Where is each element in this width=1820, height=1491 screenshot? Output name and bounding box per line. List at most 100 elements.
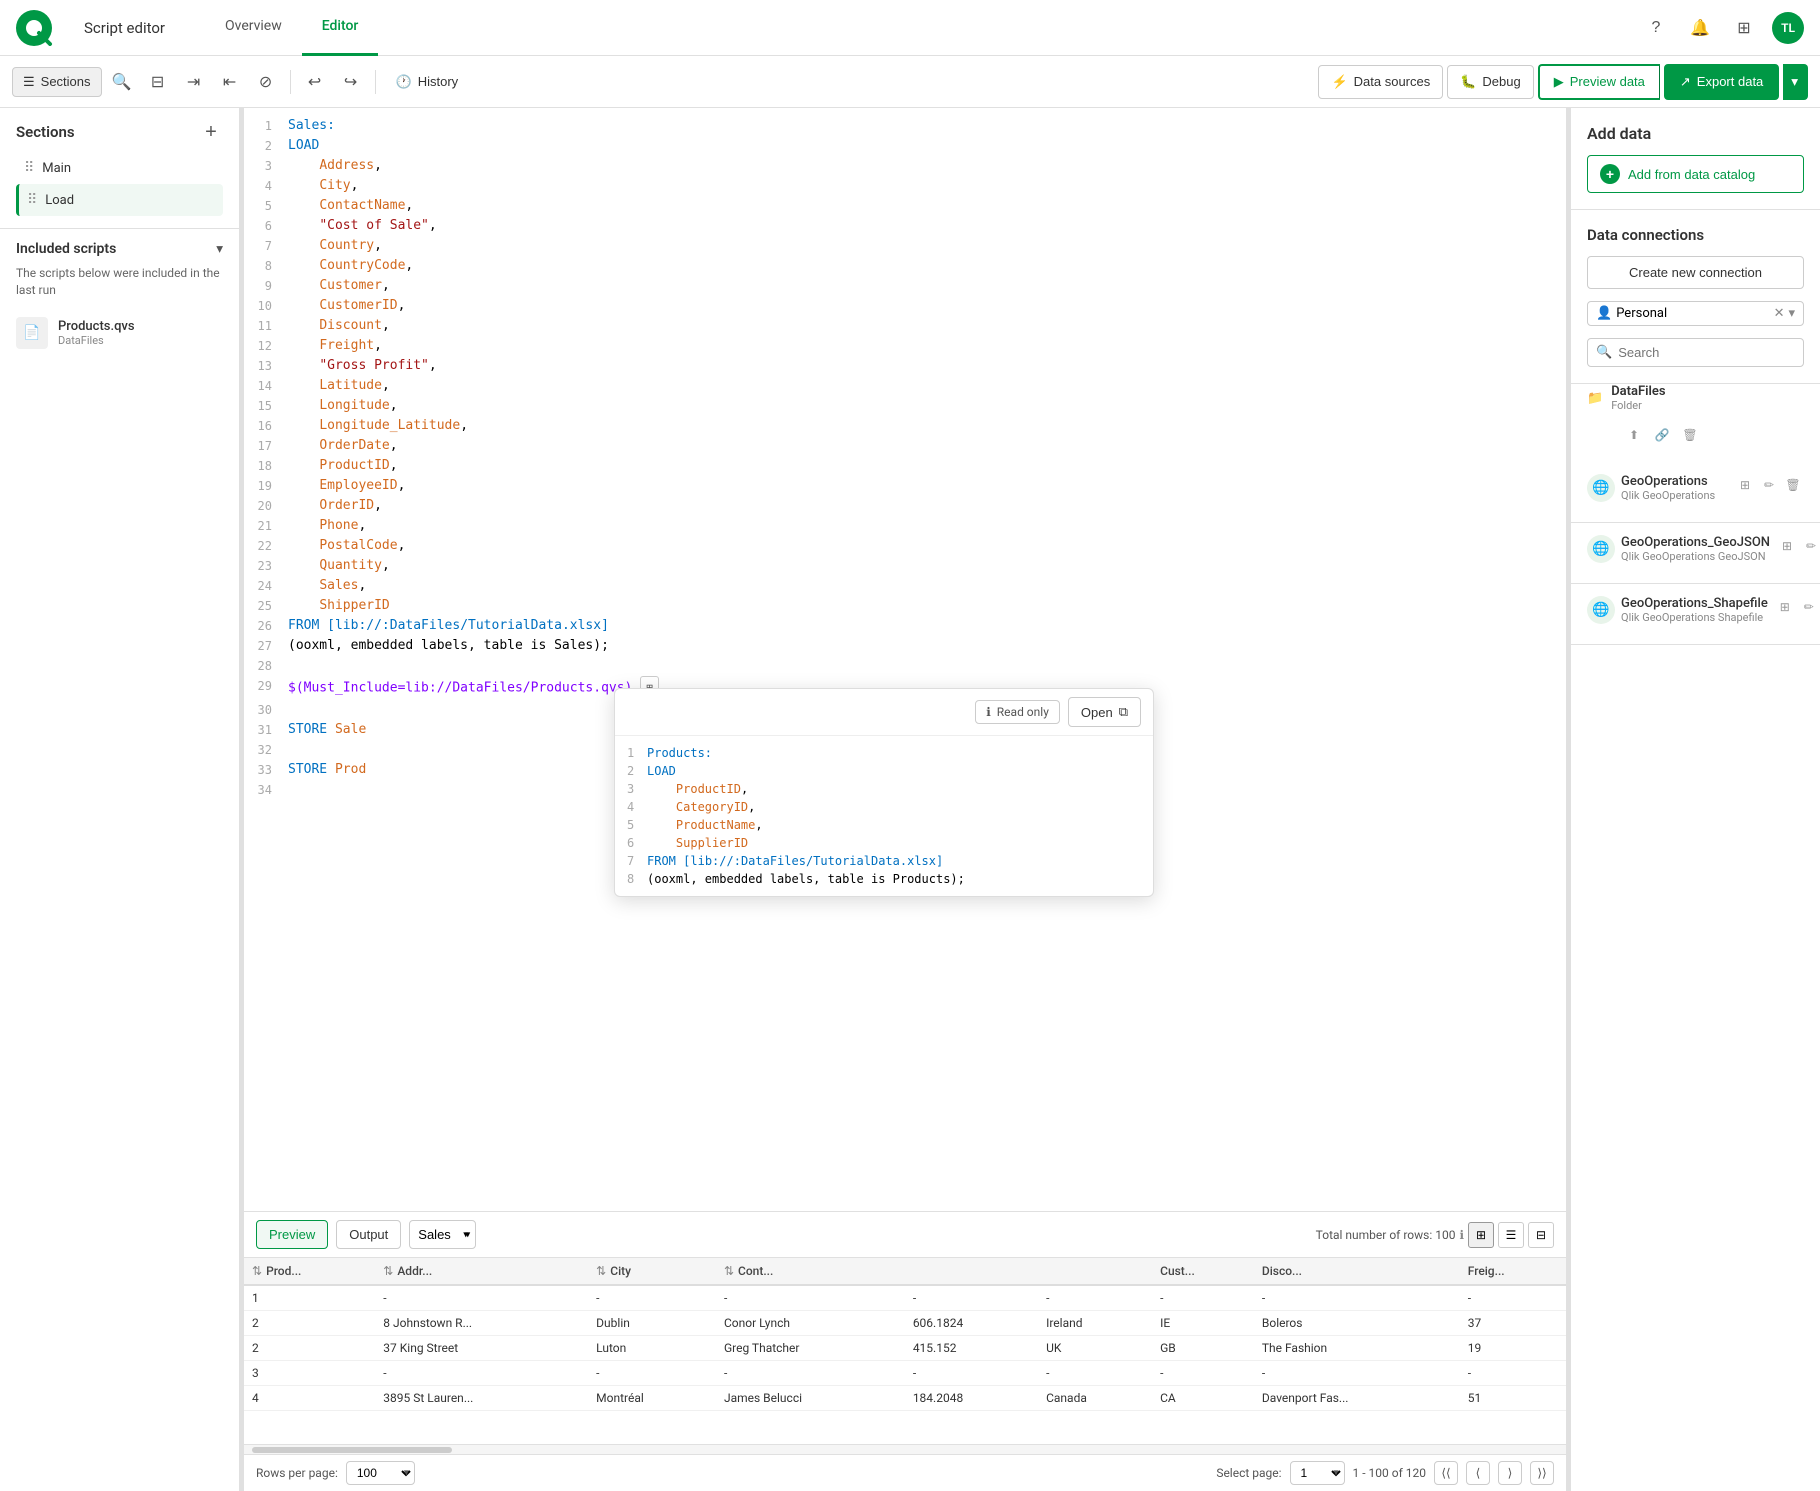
avatar[interactable]: TL <box>1772 12 1804 44</box>
code-line-17: 17 OrderDate, <box>244 436 1566 456</box>
indent-btn[interactable]: ⇥ <box>178 66 210 98</box>
history-icon: 🕐 <box>396 74 412 90</box>
code-line-18: 18 ProductID, <box>244 456 1566 476</box>
geooperations-delete-btn[interactable]: 🗑 <box>1782 474 1804 496</box>
app-title: Script editor <box>84 19 165 37</box>
create-connection-btn[interactable]: Create new connection <box>1587 256 1804 289</box>
preview-data-btn[interactable]: ▶ Preview data <box>1538 64 1660 100</box>
help-btn[interactable]: ⊘ <box>250 66 282 98</box>
connections-section: Data connections Create new connection 👤… <box>1571 210 1820 384</box>
redo-btn[interactable]: ↪ <box>335 66 367 98</box>
datafiles-connect-btn[interactable]: 🔗 <box>1651 424 1673 446</box>
personal-filter: 👤 Personal ✕ ▾ <box>1587 301 1804 326</box>
geojson-actions: ⊞ ✏ 🗑 <box>1776 535 1820 557</box>
section-item-main[interactable]: ⠿ Main <box>16 152 223 184</box>
code-line-26: 26FROM [lib://:DataFiles/TutorialData.xl… <box>244 616 1566 636</box>
undo-btn[interactable]: ↩ <box>299 66 331 98</box>
horizontal-scrollbar[interactable] <box>244 1444 1566 1454</box>
qlik-logo[interactable] <box>16 10 68 46</box>
outdent-icon: ⇤ <box>223 72 236 92</box>
bottom-toolbar: Preview Output Sales ▾ Total number of r… <box>244 1212 1566 1258</box>
geooperations-copy-btn[interactable]: ⊞ <box>1734 474 1756 496</box>
notifications-icon-btn[interactable]: 🔔 <box>1684 12 1716 44</box>
code-editor[interactable]: 1Sales: 2LOAD 3 Address, 4 City, 5 Conta… <box>244 108 1566 1211</box>
export-icon: ↗ <box>1680 74 1691 90</box>
toggle-line-numbers-btn[interactable]: ⊟ <box>142 66 174 98</box>
code-line-4: 4 City, <box>244 176 1566 196</box>
toolbar-right: ⚡ Data sources 🐛 Debug ▶ Preview data ↗ … <box>1318 64 1808 100</box>
code-line-1: 1Sales: <box>244 116 1566 136</box>
geooperations-shapefile-item: 🌐 GeoOperations_Shapefile Qlik GeoOperat… <box>1587 592 1804 628</box>
history-btn[interactable]: 🕐 History <box>384 68 471 96</box>
tab-editor[interactable]: Editor <box>302 0 379 56</box>
geooperations-item: 🌐 GeoOperations Qlik GeoOperations ⊞ ✏ 🗑 <box>1587 470 1804 506</box>
shapefile-copy-btn[interactable]: ⊞ <box>1774 596 1796 618</box>
code-line-13: 13 "Gross Profit", <box>244 356 1566 376</box>
debug-btn[interactable]: 🐛 Debug <box>1447 65 1534 99</box>
export-data-btn[interactable]: ↗ Export data <box>1664 64 1779 100</box>
geooperations-geojson-item: 🌐 GeoOperations_GeoJSON Qlik GeoOperatio… <box>1587 531 1804 567</box>
section-item-load[interactable]: ⠿ Load 🗑 <box>16 184 223 216</box>
included-scripts-panel: Included scripts ▾ The scripts below wer… <box>0 228 239 367</box>
geojson-copy-btn[interactable]: ⊞ <box>1776 535 1798 557</box>
col-header-freig: Freig... <box>1460 1258 1566 1285</box>
sales-select[interactable]: Sales <box>409 1220 476 1249</box>
script-name: Products.qvs <box>58 319 223 334</box>
help-icon-btn[interactable]: ? <box>1640 12 1672 44</box>
shapefile-globe-icon: 🌐 <box>1587 596 1615 624</box>
data-table-container: ⇅Prod... ⇅Addr... ⇅City ⇅Cont... Cust...… <box>244 1258 1566 1444</box>
code-line-20: 20 OrderID, <box>244 496 1566 516</box>
code-line-22: 22 PostalCode, <box>244 536 1566 556</box>
prev-page-btn[interactable]: ⟨ <box>1466 1461 1490 1485</box>
next-page-btn[interactable]: ⟩ <box>1498 1461 1522 1485</box>
first-page-btn[interactable]: ⟨⟨ <box>1434 1461 1458 1485</box>
top-navigation: Script editor Overview Editor ? 🔔 ⊞ TL <box>0 0 1820 56</box>
preview-data-group: ▶ Preview data <box>1538 64 1660 100</box>
folder-icon: 📁 <box>1587 391 1603 406</box>
select-page-select[interactable]: 1 <box>1290 1461 1345 1485</box>
bottom-panel: Preview Output Sales ▾ Total number of r… <box>244 1211 1566 1491</box>
datafiles-upload-btn[interactable]: ⬆ <box>1623 424 1645 446</box>
code-line-23: 23 Quantity, <box>244 556 1566 576</box>
connections-search[interactable]: 🔍 <box>1587 338 1804 367</box>
indent-icon: ⇥ <box>187 72 200 92</box>
shapefile-edit-btn[interactable]: ✏ <box>1798 596 1820 618</box>
table-grid-view-btn[interactable]: ⊞ <box>1468 1222 1494 1248</box>
datafiles-header: 📁 DataFiles Folder <box>1587 384 1804 412</box>
popup-toolbar: ℹ Read only Open ⧉ <box>615 689 1153 736</box>
tab-overview[interactable]: Overview <box>205 0 302 56</box>
open-btn[interactable]: Open ⧉ <box>1068 697 1141 727</box>
search-btn[interactable]: 🔍 <box>106 66 138 98</box>
datafiles-delete-btn[interactable]: 🗑 <box>1679 424 1701 446</box>
read-only-label: Read only <box>997 705 1049 719</box>
geooperations-geojson-section: 🌐 GeoOperations_GeoJSON Qlik GeoOperatio… <box>1571 523 1820 584</box>
rows-per-page-select[interactable]: 100 <box>346 1461 415 1485</box>
filter-chevron-icon[interactable]: ▾ <box>1788 306 1795 321</box>
geojson-edit-btn[interactable]: ✏ <box>1800 535 1820 557</box>
table-list-view-btn[interactable]: ☰ <box>1498 1222 1524 1248</box>
last-page-btn[interactable]: ⟩⟩ <box>1530 1461 1554 1485</box>
outdent-btn[interactable]: ⇤ <box>214 66 246 98</box>
geooperations-edit-btn[interactable]: ✏ <box>1758 474 1780 496</box>
add-from-catalog-btn[interactable]: + Add from data catalog <box>1587 155 1804 193</box>
export-dropdown-btn[interactable]: ▾ <box>1783 64 1808 100</box>
table-row: 4 3895 St Lauren... Montréal James Beluc… <box>244 1386 1566 1411</box>
data-sources-btn[interactable]: ⚡ Data sources <box>1318 65 1443 99</box>
popup-line-1: 1 Products: <box>627 744 1141 762</box>
help-circle-icon: ⊘ <box>259 72 272 92</box>
preview-tab-btn[interactable]: Preview <box>256 1220 328 1249</box>
connections-search-input[interactable] <box>1618 345 1795 360</box>
output-tab-btn[interactable]: Output <box>336 1220 401 1249</box>
collapse-included-btn[interactable]: ▾ <box>216 241 223 257</box>
preview-icon: ▶ <box>1554 74 1564 90</box>
grid-icon-btn[interactable]: ⊞ <box>1728 12 1760 44</box>
sections-toggle-btn[interactable]: ☰ Sections <box>12 67 102 97</box>
datafiles-subtitle: Folder <box>1611 399 1665 412</box>
editor-and-bottom: 1Sales: 2LOAD 3 Address, 4 City, 5 Conta… <box>244 108 1566 1491</box>
debug-icon: 🐛 <box>1460 74 1476 90</box>
add-section-btn[interactable]: + <box>199 120 223 144</box>
code-line-28: 28 <box>244 656 1566 676</box>
table-chart-view-btn[interactable]: ⊟ <box>1528 1222 1554 1248</box>
filter-clear-icon[interactable]: ✕ <box>1774 306 1785 321</box>
code-line-15: 15 Longitude, <box>244 396 1566 416</box>
